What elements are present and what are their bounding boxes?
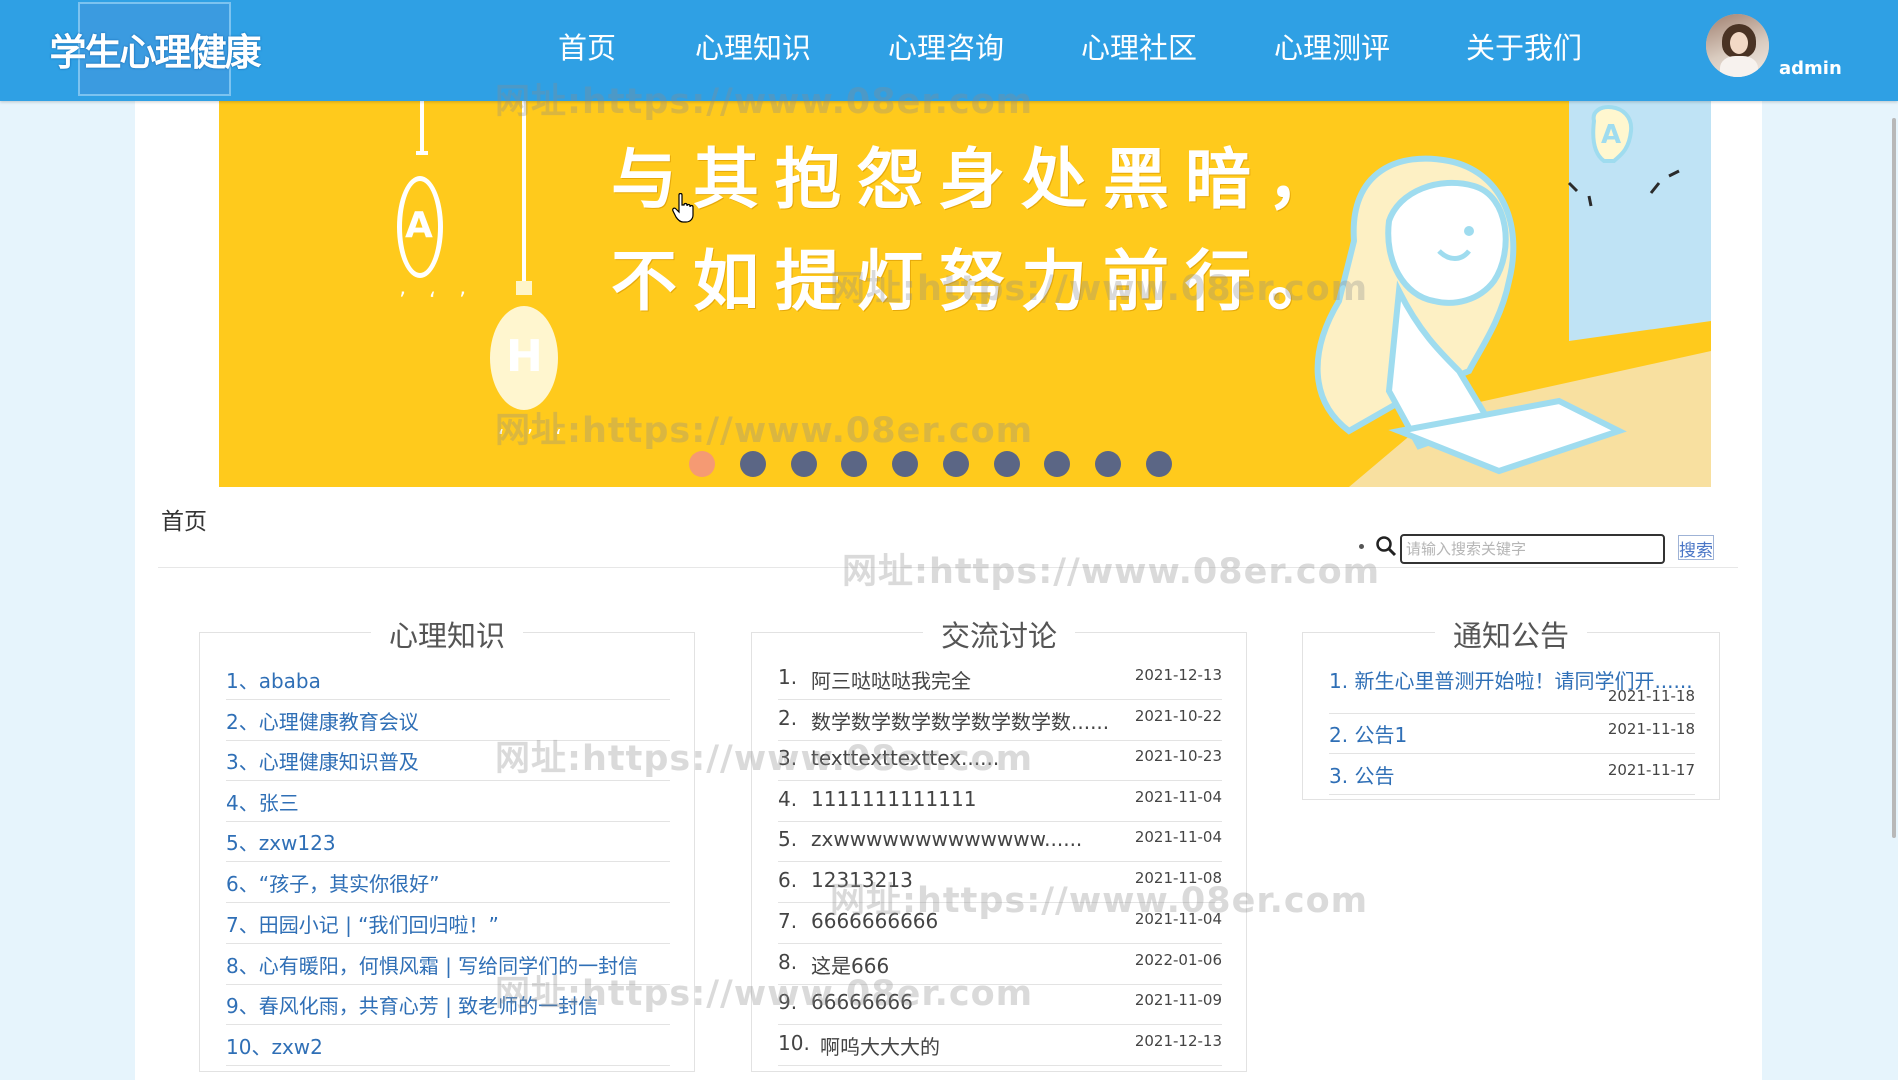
list-item[interactable]: 3. 公告 2021-11-17	[1329, 754, 1695, 795]
list-item[interactable]: 7、田园小记 | “我们回归啦！”	[226, 903, 670, 944]
bullet-icon	[1359, 544, 1364, 549]
list-item[interactable]: 8、心有暖阳，何惧风霜 | 写给同学们的一封信	[226, 944, 670, 985]
logo-text: 学生心理健康	[49, 31, 262, 74]
nav-assessment[interactable]: 心理测评	[1274, 25, 1390, 67]
list-item[interactable]: 6、“孩子，其实你很好”	[226, 862, 670, 903]
nav-about[interactable]: 关于我们	[1466, 25, 1582, 67]
nav-community[interactable]: 心理社区	[1081, 25, 1197, 67]
list-item[interactable]: 4、张三	[226, 781, 670, 822]
carousel-dot[interactable]	[841, 451, 867, 477]
list-item[interactable]: 8. 这是666 2022-01-06	[778, 944, 1222, 985]
svg-text:A: A	[1601, 120, 1621, 150]
list-item[interactable]: 3. texttexttexttex...... 2021-10-23	[778, 740, 1222, 781]
discussion-panel: 交流讨论 1. 阿三哒哒哒我完全 2021-12-13 2. 数学数学数学数学数学数学…	[751, 619, 1247, 1072]
girl-illustration: A	[1299, 101, 1711, 487]
list-item[interactable]: 2. 数学数学数学数学数学数学数...... 2021-10-22	[778, 700, 1222, 741]
list-item[interactable]: 7. 6666666666 2021-11-04	[778, 903, 1222, 944]
carousel-dot[interactable]	[943, 451, 969, 477]
carousel-dot[interactable]	[740, 451, 766, 477]
carousel-dot[interactable]	[994, 451, 1020, 477]
nav-consult[interactable]: 心理咨询	[888, 25, 1004, 67]
discussion-title: 交流讨论	[922, 619, 1075, 653]
nav-home[interactable]: 首页	[558, 25, 616, 67]
top-header: 学生心理健康 首页 心理知识 心理咨询 心理社区 心理测评 关于我们 admin	[0, 0, 1898, 101]
knowledge-panel: 心理知识 1、ababa 2、心理健康教育会议 3、心理健康知识普及 4、张三 …	[199, 619, 695, 1072]
nav-knowledge[interactable]: 心理知识	[695, 25, 811, 67]
search-button[interactable]: 搜索	[1678, 535, 1714, 561]
list-item[interactable]: 9. 66666666 2021-11-09	[778, 984, 1222, 1025]
carousel-dot[interactable]	[1044, 451, 1070, 477]
list-item[interactable]: 6. 12313213 2021-11-08	[778, 862, 1222, 903]
list-item[interactable]: 10、zxw2	[226, 1025, 670, 1066]
site-logo[interactable]: 学生心理健康	[50, 2, 262, 96]
hand-cursor-icon	[672, 193, 694, 223]
username[interactable]: admin	[1779, 58, 1842, 79]
search-input[interactable]	[1400, 534, 1665, 564]
list-item[interactable]: 1. 新生心里普测开始啦！请同学们开...... 2021-11-18	[1329, 659, 1695, 714]
carousel-dot[interactable]	[791, 451, 817, 477]
knowledge-title: 心理知识	[370, 619, 523, 653]
list-item[interactable]: 2、心理健康教育会议	[226, 700, 670, 741]
list-item[interactable]: 3、心理健康知识普及	[226, 740, 670, 781]
divider	[158, 567, 1738, 568]
list-item[interactable]: 1. 阿三哒哒哒我完全 2021-12-13	[778, 659, 1222, 700]
list-item[interactable]: 9、春风化雨，共育心芳 | 致老师的一封信	[226, 984, 670, 1025]
list-item[interactable]: 4. 1111111111111 2021-11-04	[778, 781, 1222, 822]
search-icon	[1376, 536, 1397, 557]
list-item[interactable]: 5. zxwwwwwwwwwwwww...... 2021-11-04	[778, 821, 1222, 862]
list-item[interactable]: 5、zxw123	[226, 821, 670, 862]
breadcrumb: 首页	[161, 509, 207, 535]
page-scrollbar[interactable]	[1888, 118, 1898, 838]
list-item[interactable]: 1、ababa	[226, 659, 670, 700]
carousel-dot[interactable]	[1095, 451, 1121, 477]
carousel-dot[interactable]	[689, 451, 715, 477]
user-avatar[interactable]	[1706, 14, 1769, 77]
carousel-dot[interactable]	[1146, 451, 1172, 477]
banner-carousel[interactable]: A ’ ‘ ’ H ‘ ’ ‘ 与其抱怨身处黑暗， 不如提灯努力前行。 A	[219, 101, 1711, 487]
notice-title: 通知公告	[1434, 619, 1587, 653]
list-item[interactable]: 2. 公告1 2021-11-18	[1329, 713, 1695, 754]
list-item[interactable]: 10. 啊呜大大大的 2021-12-13	[778, 1025, 1222, 1066]
notice-panel: 通知公告 1. 新生心里普测开始啦！请同学们开...... 2021-11-18 …	[1302, 619, 1720, 800]
carousel-dot[interactable]	[892, 451, 918, 477]
